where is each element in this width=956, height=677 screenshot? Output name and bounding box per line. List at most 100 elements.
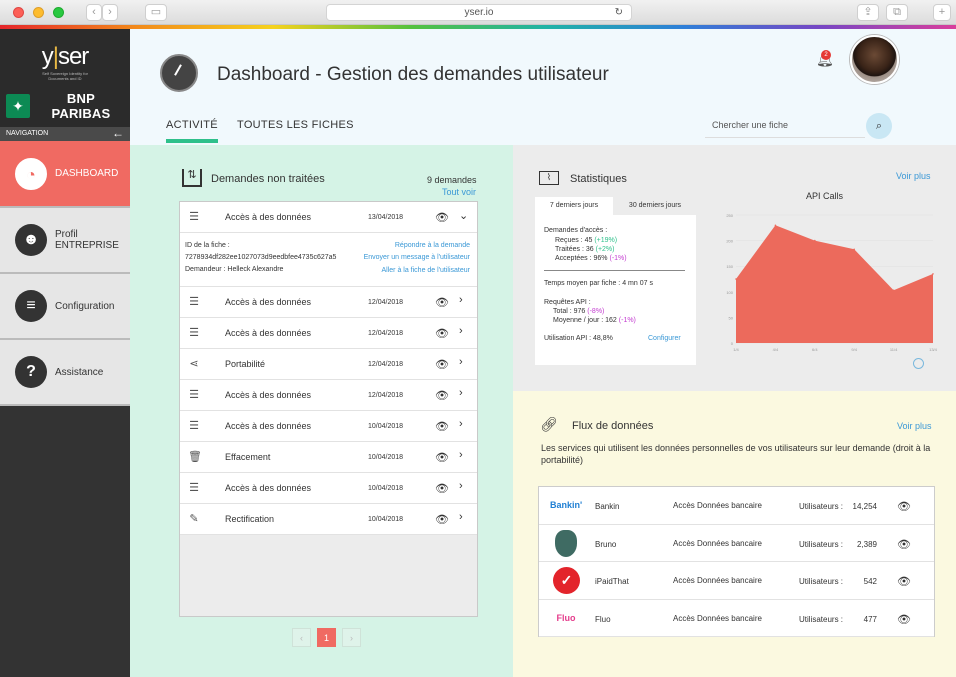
page-button-current[interactable]: 1 bbox=[317, 628, 336, 647]
database-icon: ☰ bbox=[189, 327, 199, 339]
eye-icon[interactable]: 👁︎ bbox=[435, 389, 449, 402]
list-item[interactable]: ☰ Accès à des données 12/04/2018 👁︎ › bbox=[180, 380, 477, 411]
list-item[interactable]: ☰ Accès à des données 12/04/2018 👁︎ › bbox=[180, 287, 477, 318]
gauge-icon: ◔ bbox=[15, 157, 47, 190]
requests-list: ☰ Accès à des données 13/04/2018 👁︎ ⌄ ID… bbox=[179, 201, 478, 617]
sidebar-item-dashboard[interactable]: ◔ DASHBOARD bbox=[0, 141, 130, 208]
eye-icon[interactable]: 👁︎ bbox=[897, 575, 911, 588]
sidebar-item-configuration[interactable]: ≡ Configuration bbox=[0, 274, 130, 340]
browser-toolbar: ‹ › ▭ yser.io ↻ ⇪ ⧉ + bbox=[0, 0, 956, 25]
service-row[interactable]: Fluo Fluo Accès Données bancaire Utilisa… bbox=[539, 600, 934, 637]
data-point bbox=[853, 248, 855, 251]
sidebar-item-profil-entreprise[interactable]: ☻ Profil ENTREPRISE bbox=[0, 208, 130, 274]
service-logo: Bankin' bbox=[550, 500, 583, 510]
x-tick-label: 11/4 bbox=[890, 347, 898, 352]
back-icon[interactable]: ‹ bbox=[86, 4, 102, 21]
flux-see-more-link[interactable]: Voir plus bbox=[897, 421, 932, 431]
eye-icon[interactable]: 👁︎ bbox=[435, 513, 449, 526]
statistics-title: Statistiques bbox=[570, 173, 627, 185]
list-item[interactable]: ⋖ Portabilité 12/04/2018 👁︎ › bbox=[180, 349, 477, 380]
see-all-link[interactable]: Tout voir bbox=[442, 187, 476, 197]
eye-icon[interactable]: 👁︎ bbox=[435, 211, 449, 224]
chevron-down-icon[interactable]: ⌄ bbox=[459, 209, 468, 222]
brand-tagline: Self Sovereign Identity for Documents an… bbox=[42, 71, 88, 81]
eye-icon[interactable]: 👁︎ bbox=[435, 420, 449, 433]
reply-request-link[interactable]: Répondre à la demande bbox=[395, 242, 470, 249]
eye-icon[interactable]: 👁︎ bbox=[897, 613, 911, 626]
eye-icon[interactable]: 👁︎ bbox=[435, 296, 449, 309]
sidebar: y|ser Self Sovereign Identity for Docume… bbox=[0, 29, 130, 677]
stats-summary: Demandes d'accès : Reçues : 45 (+19%) Tr… bbox=[535, 215, 696, 365]
service-row[interactable]: Bankin' Bankin Accès Données bancaire Ut… bbox=[539, 487, 934, 525]
chevron-right-icon[interactable]: › bbox=[459, 418, 463, 430]
y-tick-label: 0 bbox=[731, 341, 734, 346]
next-page-button[interactable]: › bbox=[342, 628, 361, 647]
list-item[interactable]: ☰ Accès à des données 12/04/2018 👁︎ › bbox=[180, 318, 477, 349]
help-icon: ? bbox=[15, 356, 47, 388]
tab-7-days[interactable]: 7 derniers jours bbox=[535, 197, 613, 215]
eye-icon[interactable]: 👁︎ bbox=[435, 482, 449, 495]
partner-name: BNP PARIBAS bbox=[51, 91, 111, 121]
link-icon: 🔗︎ bbox=[540, 416, 558, 432]
search-input[interactable]: Chercher une fiche bbox=[712, 120, 788, 130]
x-tick-label: 6/4 bbox=[812, 347, 818, 352]
settings-sliders-icon: ≡ bbox=[15, 290, 47, 322]
sidebar-toggle-icon[interactable]: ▭ bbox=[145, 4, 167, 21]
chevron-right-icon[interactable]: › bbox=[459, 387, 463, 399]
x-tick-label: 1/4 bbox=[733, 347, 739, 352]
minimize-window-button[interactable] bbox=[33, 7, 44, 18]
maximize-window-button[interactable] bbox=[53, 7, 64, 18]
url-bar[interactable]: yser.io ↻ bbox=[326, 4, 632, 21]
sidebar-item-assistance[interactable]: ? Assistance bbox=[0, 340, 130, 406]
avatar[interactable] bbox=[850, 35, 899, 84]
configure-link[interactable]: Configurer bbox=[648, 335, 681, 342]
eye-icon[interactable]: 👁︎ bbox=[435, 451, 449, 464]
collapse-arrow-icon[interactable]: ← bbox=[112, 127, 124, 140]
clock-icon[interactable] bbox=[913, 358, 924, 369]
eye-icon[interactable]: 👁︎ bbox=[435, 358, 449, 371]
search-underline bbox=[705, 137, 865, 138]
share-icon: ⋖ bbox=[189, 358, 199, 370]
tab-activite[interactable]: ACTIVITÉ bbox=[166, 119, 218, 143]
chevron-right-icon[interactable]: › bbox=[459, 480, 463, 492]
chevron-right-icon[interactable]: › bbox=[459, 325, 463, 337]
new-tab-icon[interactable]: + bbox=[933, 4, 951, 21]
service-row[interactable]: Bruno Accès Données bancaire Utilisateur… bbox=[539, 525, 934, 562]
reload-icon[interactable]: ↻ bbox=[615, 5, 623, 21]
divider bbox=[544, 270, 685, 271]
trash-icon: 🗑︎ bbox=[188, 451, 202, 463]
requests-title: Demandes non traitées bbox=[211, 173, 325, 185]
statistics-panel: ⌇ Statistiques Voir plus 7 derniers jour… bbox=[513, 145, 956, 391]
prev-page-button[interactable]: ‹ bbox=[292, 628, 311, 647]
y-tick-label: 100 bbox=[726, 290, 733, 295]
search-icon[interactable]: ⌕ bbox=[866, 113, 892, 139]
chevron-right-icon[interactable]: › bbox=[459, 449, 463, 461]
database-icon: ☰ bbox=[189, 389, 199, 401]
chart-title: API Calls bbox=[806, 191, 844, 201]
list-item[interactable]: ☰ Accès à des données 10/04/2018 👁︎ › bbox=[180, 411, 477, 442]
service-logo bbox=[555, 529, 577, 557]
list-item[interactable]: ☰ Accès à des données 10/04/2018 👁︎ › bbox=[180, 473, 477, 504]
service-logo: ✓ bbox=[553, 567, 580, 594]
forward-icon[interactable]: › bbox=[102, 4, 118, 21]
stats-see-more-link[interactable]: Voir plus bbox=[896, 171, 931, 181]
eye-icon[interactable]: 👁︎ bbox=[435, 327, 449, 340]
share-icon[interactable]: ⇪ bbox=[857, 4, 879, 21]
service-row[interactable]: ✓ iPaidThat Accès Données bancaire Utili… bbox=[539, 562, 934, 600]
send-message-link[interactable]: Envoyer un message à l'utilisateur bbox=[364, 254, 470, 261]
list-item-expanded[interactable]: ☰ Accès à des données 13/04/2018 👁︎ ⌄ bbox=[180, 202, 477, 233]
tab-toutes-les-fiches[interactable]: TOUTES LES FICHES bbox=[237, 119, 354, 131]
requests-count: 9 demandes bbox=[427, 175, 477, 185]
chevron-right-icon[interactable]: › bbox=[459, 511, 463, 523]
user-record-link[interactable]: Aller à la fiche de l'utilisateur bbox=[382, 267, 471, 274]
close-window-button[interactable] bbox=[13, 7, 24, 18]
dashboard-gauge-icon bbox=[160, 54, 198, 92]
chevron-right-icon[interactable]: › bbox=[459, 294, 463, 306]
tabs-icon[interactable]: ⧉ bbox=[886, 4, 908, 21]
eye-icon[interactable]: 👁︎ bbox=[897, 500, 911, 513]
tab-30-days[interactable]: 30 derniers jours bbox=[615, 197, 695, 215]
list-item[interactable]: ✎ Rectification 10/04/2018 👁︎ › bbox=[180, 504, 477, 535]
eye-icon[interactable]: 👁︎ bbox=[897, 538, 911, 551]
list-item[interactable]: 🗑︎ Effacement 10/04/2018 👁︎ › bbox=[180, 442, 477, 473]
chevron-right-icon[interactable]: › bbox=[459, 356, 463, 368]
